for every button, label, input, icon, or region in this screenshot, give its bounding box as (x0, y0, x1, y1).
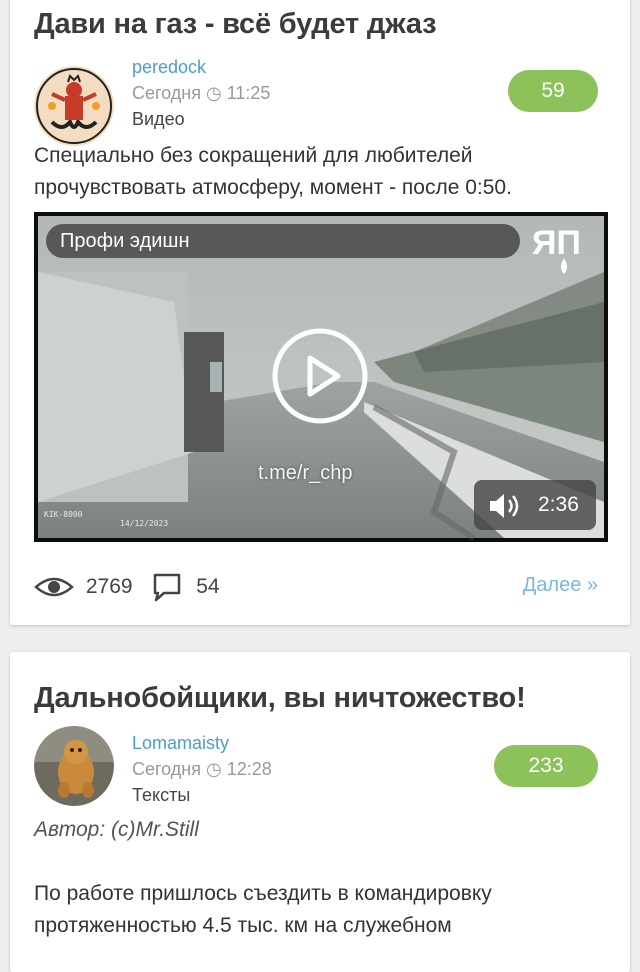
post-stats: 2769 54 (34, 572, 220, 602)
video-duration-box: 2:36 (474, 480, 596, 530)
rating-badge[interactable]: 233 (494, 745, 598, 787)
video-title: Профи эдишн (46, 224, 520, 258)
video-watermark: t.me/r_chp (258, 462, 353, 484)
post-category[interactable]: Видео (132, 106, 270, 132)
video-logo: ЯП (532, 224, 581, 274)
post-card: Дальнобойщики, вы ничтожество! Lomamaist… (10, 652, 630, 972)
comments-count[interactable]: 54 (196, 575, 219, 599)
eye-icon (34, 577, 74, 597)
post-text: Специально без сокращений для любителей … (34, 144, 512, 199)
video-player[interactable]: KIK-8000 14/12/2023 Профи эдишн ЯП t.me/… (34, 212, 608, 542)
video-duration: 2:36 (538, 493, 579, 516)
post-card: Дави на газ - всё будет джаз peredock Се… (10, 0, 630, 625)
post-title[interactable]: Дальнобойщики, вы ничтожество! (34, 682, 526, 715)
post-category[interactable]: Тексты (132, 782, 272, 808)
play-icon[interactable] (272, 328, 368, 424)
post-title[interactable]: Дави на газ - всё будет джаз (34, 8, 437, 41)
post-text: По работе пришлось съездить в командиров… (34, 882, 492, 937)
video-logo-text: ЯП (532, 224, 581, 262)
more-link[interactable]: Далее » (523, 574, 598, 597)
author-link[interactable]: peredock (132, 54, 270, 80)
comment-icon[interactable] (152, 572, 182, 602)
post-meta: peredock Сегодня ◷ 11:25 Видео (132, 54, 270, 132)
post-byline: Автор: (с)Mr.Still (34, 818, 199, 841)
views-count: 2769 (85, 575, 133, 598)
avatar[interactable] (34, 66, 114, 146)
avatar[interactable] (34, 726, 114, 806)
rating-badge[interactable]: 59 (508, 70, 598, 112)
post-time: Сегодня ◷ 11:25 (132, 83, 271, 103)
post-time: Сегодня ◷ 12:28 (132, 759, 272, 779)
post-meta: Lomamaisty Сегодня ◷ 12:28 Тексты (132, 730, 272, 808)
speaker-icon[interactable] (488, 492, 524, 520)
video-timestamp: 14/12/2023 (120, 519, 168, 528)
author-link[interactable]: Lomamaisty (132, 730, 272, 756)
svg-text:KIK-8000: KIK-8000 (44, 510, 83, 519)
